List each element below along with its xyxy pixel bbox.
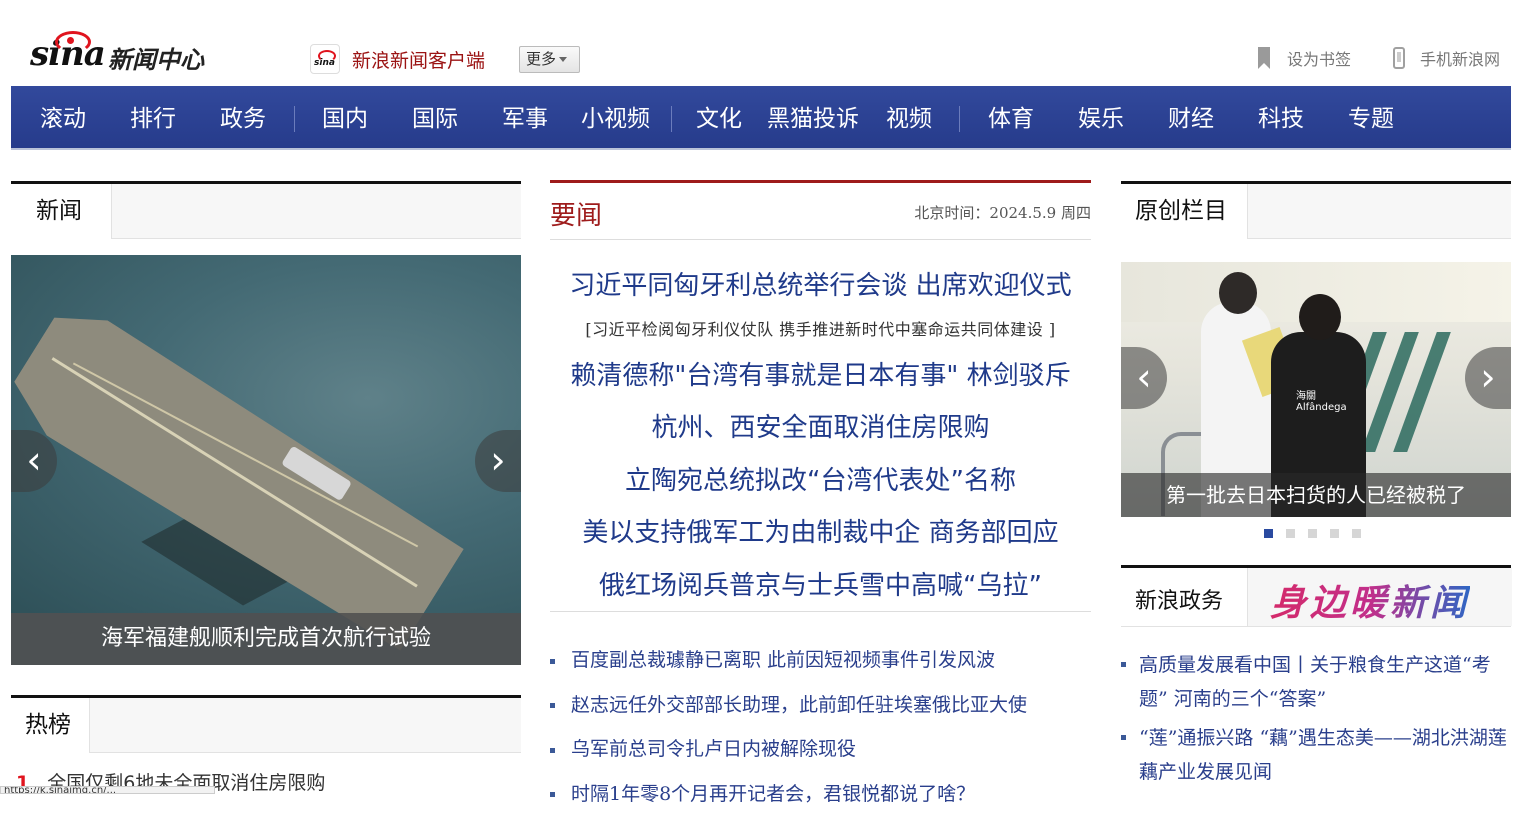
pagination-dot[interactable] xyxy=(1264,529,1273,538)
list-item[interactable]: 赵志远任外交部部长助理，此前卸任驻埃塞俄比亚大使 xyxy=(550,685,1091,730)
mobile-label: 手机新浪网 xyxy=(1420,46,1500,70)
news-header-fill xyxy=(111,184,521,239)
pagination-dot[interactable] xyxy=(1308,529,1317,538)
slider-pagination xyxy=(1264,529,1374,538)
nav-item[interactable]: 专题 xyxy=(1348,86,1394,150)
nav-separator xyxy=(959,106,960,132)
headline[interactable]: 习近平同匈牙利总统举行会谈 出席欢迎仪式 xyxy=(550,265,1091,302)
nav-separator xyxy=(294,106,295,132)
slider-next-arrow-icon[interactable]: › xyxy=(1465,347,1511,409)
nav-item[interactable]: 体育 xyxy=(988,86,1034,150)
warm-news-banner[interactable]: 身边暖新闻 xyxy=(1247,568,1512,626)
nav-item[interactable]: 军事 xyxy=(502,86,548,150)
nav-item[interactable]: 排行 xyxy=(130,86,176,150)
news-client-link[interactable]: 新浪新闻客户端 xyxy=(310,44,485,74)
carrier-photo xyxy=(11,255,521,613)
bullet-icon xyxy=(550,703,555,708)
top-news-header: 要闻 北京时间：2024.5.9 周四 xyxy=(550,180,1091,240)
caret-down-icon xyxy=(559,57,567,62)
bookmark-icon xyxy=(1258,47,1270,69)
more-dropdown-button[interactable]: 更多 xyxy=(519,46,580,73)
beijing-clock: 北京时间：2024.5.9 周四 xyxy=(914,202,1091,223)
nav-separator xyxy=(671,106,672,132)
news-list: 百度副总裁璩静已离职 此前因短视频事件引发风波 赵志远任外交部部长助理，此前卸任… xyxy=(550,640,1091,818)
tab-news[interactable]: 新闻 xyxy=(11,184,111,239)
nav-item[interactable]: 科技 xyxy=(1258,86,1304,150)
list-item[interactable]: 百度副总裁璩静已离职 此前因短视频事件引发风波 xyxy=(550,640,1091,685)
main-nav: 滚动 排行 政务 国内 国际 军事 小视频 文化 黑猫投诉 视频 体育 娱乐 财… xyxy=(11,86,1511,150)
list-item-text: 赵志远任外交部部长助理，此前卸任驻埃塞俄比亚大使 xyxy=(571,694,1027,716)
nav-item[interactable]: 国内 xyxy=(322,86,368,150)
nav-item[interactable]: 政务 xyxy=(220,86,266,150)
customs-badge: 海關Alfândega xyxy=(1296,387,1347,413)
tab-hot[interactable]: 热榜 xyxy=(11,698,89,753)
pagination-dot[interactable] xyxy=(1352,529,1361,538)
mobile-sina-link[interactable]: 手机新浪网 xyxy=(1393,46,1500,70)
sina-logo[interactable]: sina 新闻中心 xyxy=(30,34,250,78)
sina-app-icon xyxy=(310,44,340,74)
sub-headline[interactable]: [习近平检阅匈牙利仪仗队 携手推进新时代中塞命运共同体建设 ] xyxy=(550,316,1091,340)
nav-item[interactable]: 国际 xyxy=(412,86,458,150)
bullet-icon xyxy=(1121,662,1126,667)
bullet-icon xyxy=(550,659,555,664)
nav-item[interactable]: 文化 xyxy=(696,86,742,150)
nav-item[interactable]: 娱乐 xyxy=(1078,86,1124,150)
more-label: 更多 xyxy=(526,50,556,68)
news-photo-slider[interactable]: ‹ › 海军福建舰顺利完成首次航行试验 xyxy=(11,255,521,665)
headline[interactable]: 俄红场阅兵普京与士兵雪中高喊“乌拉” xyxy=(550,565,1091,602)
phone-icon xyxy=(1393,47,1405,69)
nav-item[interactable]: 视频 xyxy=(886,86,932,150)
list-item[interactable]: “莲”通振兴路 “藕”遇生态美——湖北洪湖莲藕产业发展见闻 xyxy=(1121,721,1511,789)
bookmark-label: 设为书签 xyxy=(1287,46,1351,70)
original-header-fill xyxy=(1247,184,1511,239)
pagination-dot[interactable] xyxy=(1286,529,1295,538)
browser-status-bar: https://k.sinaimg.cn/... xyxy=(0,786,215,794)
list-item-text: 高质量发展看中国丨关于粮食生产这道“考题” 河南的三个“答案” xyxy=(1139,654,1491,710)
bullet-icon xyxy=(550,748,555,753)
aircraft-carrier-image xyxy=(11,285,492,665)
warm-news-slogan: 身边暖新闻 xyxy=(1270,574,1470,626)
slider-prev-arrow-icon[interactable]: ‹ xyxy=(1121,347,1167,409)
slide-caption[interactable]: 第一批去日本扫货的人已经被税了 xyxy=(1121,473,1511,517)
headline[interactable]: 杭州、西安全面取消住房限购 xyxy=(550,407,1091,444)
headline[interactable]: 美以支持俄军工为由制裁中企 商务部回应 xyxy=(550,512,1091,549)
nav-item[interactable]: 财经 xyxy=(1168,86,1214,150)
list-item-text: 百度副总裁璩静已离职 此前因短视频事件引发风波 xyxy=(571,649,995,671)
tab-original[interactable]: 原创栏目 xyxy=(1121,184,1247,239)
gov-box-header: 新浪政务 身边暖新闻 xyxy=(1121,565,1511,627)
bookmark-link[interactable]: 设为书签 xyxy=(1258,46,1351,70)
gov-news-list: 高质量发展看中国丨关于粮食生产这道“考题” 河南的三个“答案” “莲”通振兴路 … xyxy=(1121,648,1511,794)
original-photo-slider[interactable]: 海關Alfândega ‹ › 第一批去日本扫货的人已经被税了 xyxy=(1121,262,1511,517)
pagination-dot[interactable] xyxy=(1330,529,1339,538)
sina-dot-icon xyxy=(67,37,74,44)
list-item[interactable]: 时隔1年零8个月再开记者会，君银悦都说了啥？ xyxy=(550,774,1091,818)
logo-section-title: 新闻中心 xyxy=(108,40,204,75)
original-box-header: 原创栏目 xyxy=(1121,181,1511,239)
headline[interactable]: 立陶宛总统拟改“台湾代表处”名称 xyxy=(550,460,1091,497)
hot-header-fill xyxy=(89,698,521,753)
list-item-text: 乌军前总司令扎卢日内被解除现役 xyxy=(571,738,856,760)
bullet-icon xyxy=(550,792,555,797)
nav-item[interactable]: 小视频 xyxy=(581,86,650,150)
list-item[interactable]: 高质量发展看中国丨关于粮食生产这道“考题” 河南的三个“答案” xyxy=(1121,648,1511,716)
news-client-label: 新浪新闻客户端 xyxy=(352,46,485,73)
headline[interactable]: 赖清德称"台湾有事就是日本有事" 林剑驳斥 xyxy=(550,355,1091,392)
nav-item[interactable]: 黑猫投诉 xyxy=(767,86,859,150)
list-item[interactable]: 乌军前总司令扎卢日内被解除现役 xyxy=(550,729,1091,774)
slide-caption[interactable]: 海军福建舰顺利完成首次航行试验 xyxy=(11,613,521,665)
top-news-title: 要闻 xyxy=(550,195,602,232)
news-box-header: 新闻 xyxy=(11,181,521,239)
divider xyxy=(550,611,1091,612)
tab-gov[interactable]: 新浪政务 xyxy=(1135,583,1223,615)
bullet-icon xyxy=(1121,735,1126,740)
list-item-text: “莲”通振兴路 “藕”遇生态美——湖北洪湖莲藕产业发展见闻 xyxy=(1139,727,1507,783)
hot-box-header: 热榜 xyxy=(11,695,521,753)
nav-item[interactable]: 滚动 xyxy=(40,86,86,150)
